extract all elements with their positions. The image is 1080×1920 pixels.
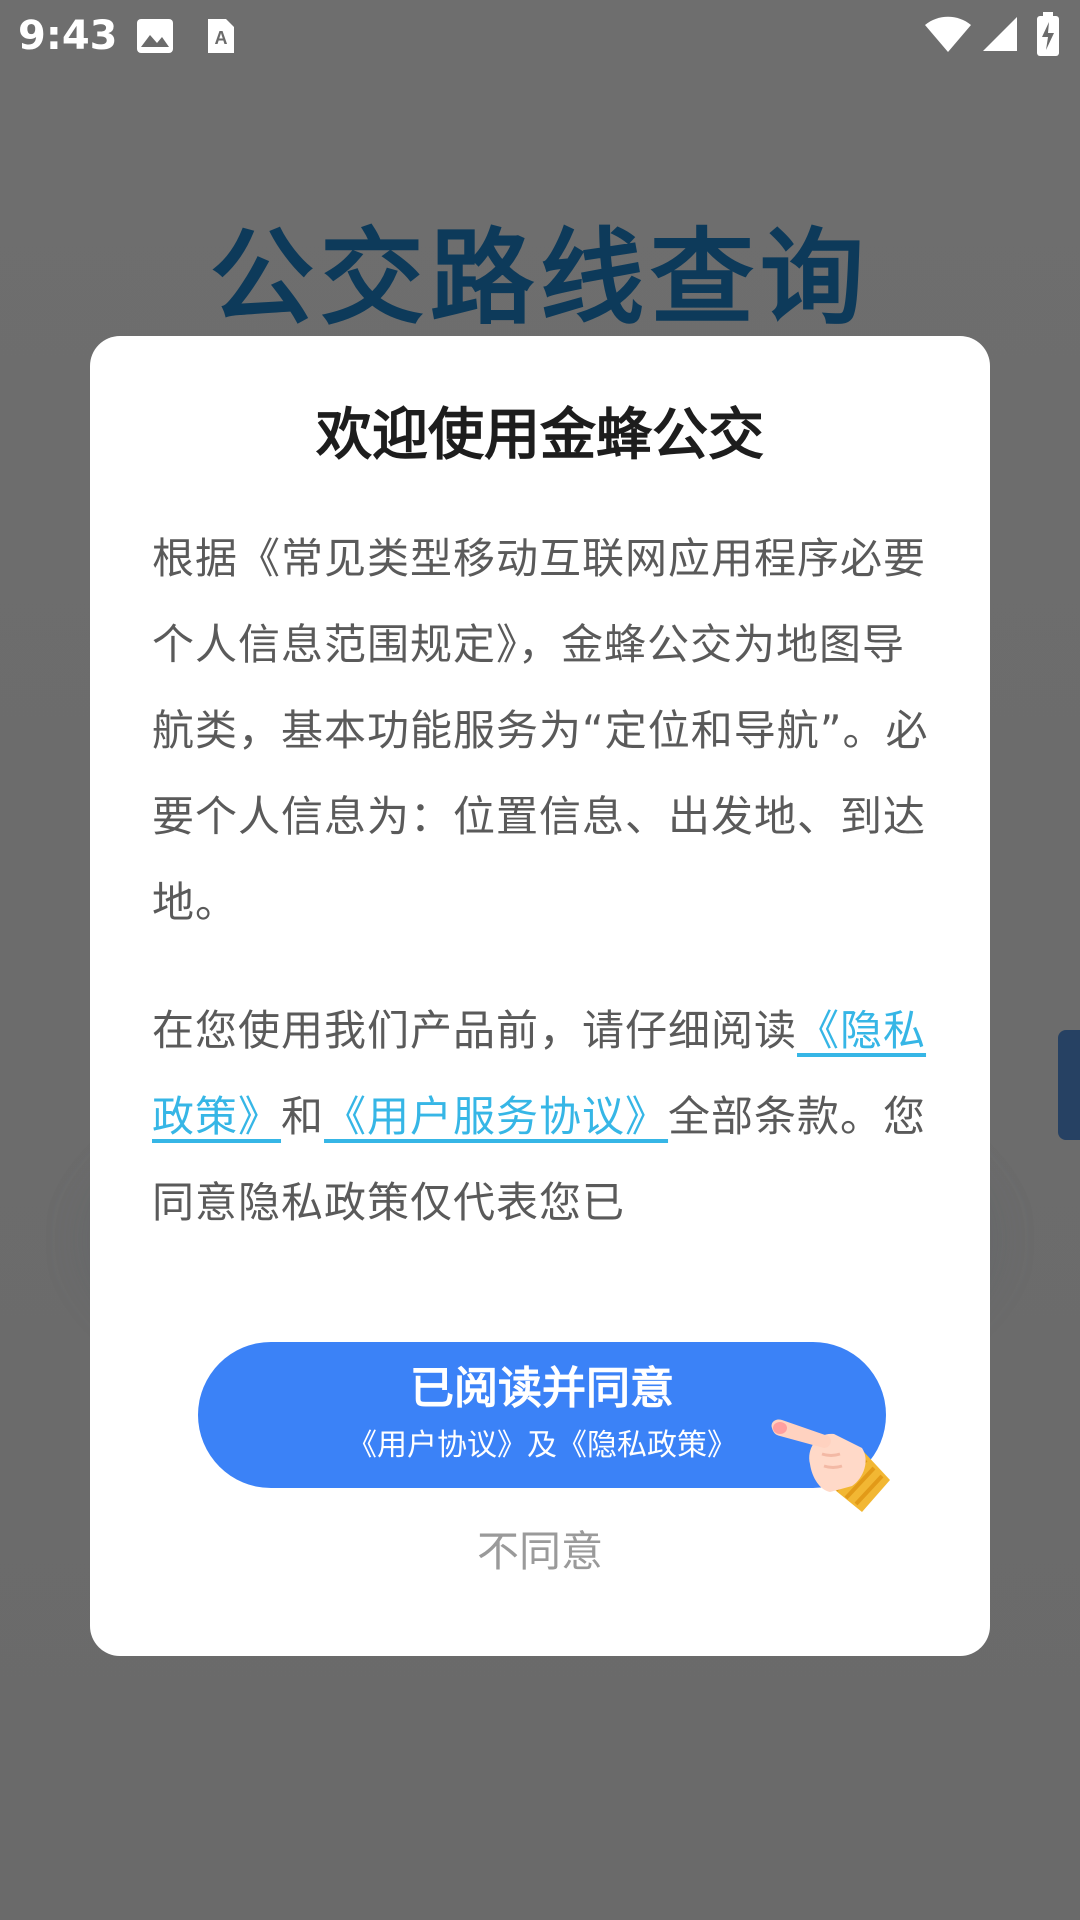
consent-text-prefix: 在您使用我们产品前，请仔细阅读 (152, 1006, 798, 1055)
a-icon: A (208, 19, 234, 53)
svg-text:A: A (215, 28, 228, 48)
signal-icon (983, 17, 1017, 51)
pointing-hand-icon (771, 1419, 890, 1512)
dialog-content: 根据《常见类型移动互联网应用程序必要个人信息范围规定》，金蜂公交为地图导航类，基… (152, 516, 932, 1391)
dialog-title: 欢迎使用金蜂公交 (316, 403, 764, 468)
consent-text-and: 和 (281, 1092, 325, 1141)
intro-paragraph: 根据《常见类型移动互联网应用程序必要个人信息范围规定》，金蜂公交为地图导航类，基… (152, 534, 929, 927)
battery-charging-icon (1037, 12, 1059, 56)
image-icon (137, 19, 173, 53)
privacy-dialog: 欢迎使用金蜂公交 根据《常见类型移动互联网应用程序必要个人信息范围规定》，金蜂公… (90, 336, 990, 1656)
status-time: 9:43 (18, 13, 118, 59)
wifi-icon (925, 16, 971, 52)
background-page-title: 公交路线查询 (209, 217, 870, 339)
disagree-button[interactable]: 不同意 (90, 1522, 990, 1582)
status-bar: 9:43 A (0, 0, 1080, 72)
consent-paragraph: 在您使用我们产品前，请仔细阅读《隐私政策》和《用户服务协议》全部条款。您同意隐私… (152, 988, 932, 1246)
background-side-element (1058, 1030, 1080, 1140)
user-service-agreement-link[interactable]: 《用户服务协议》 (324, 1092, 668, 1141)
